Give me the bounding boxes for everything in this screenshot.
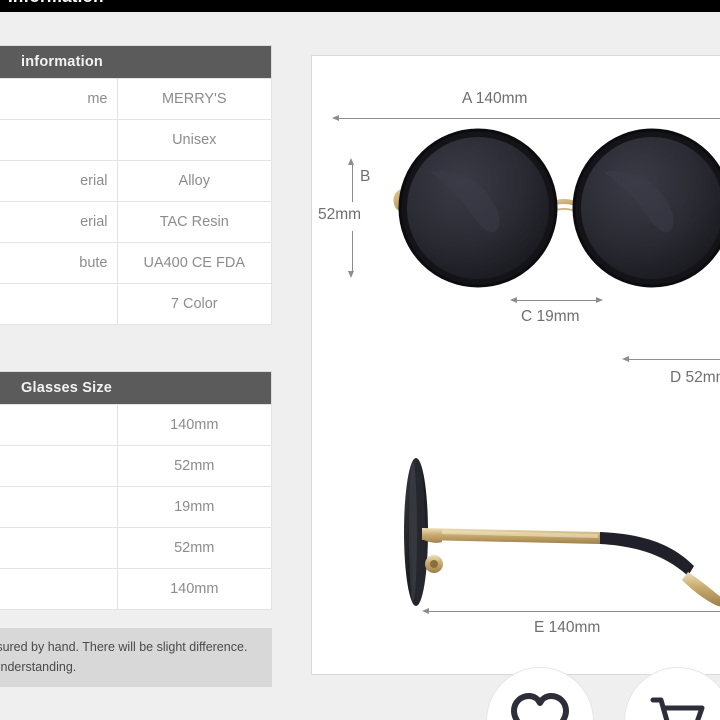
row-key — [0, 445, 118, 487]
row-key — [0, 527, 118, 569]
glasses-size-table-title: Glasses Size — [0, 371, 272, 405]
table-row: 140mm — [0, 404, 272, 446]
row-value: 140mm — [116, 404, 272, 446]
row-key: bute — [0, 242, 118, 284]
table-row: 140mm — [0, 568, 272, 610]
table-row: 19mm — [0, 486, 272, 528]
heart-icon — [511, 693, 569, 720]
dimension-line-e — [428, 611, 720, 612]
information-table-header: information — [0, 45, 272, 79]
row-key — [0, 404, 118, 446]
table-row: 52mm — [0, 445, 272, 487]
row-value: MERRY'S — [116, 78, 272, 120]
row-value: TAC Resin — [116, 201, 272, 243]
dimension-arrow-b-down — [348, 271, 354, 278]
dimension-arrow-c-right — [596, 296, 603, 303]
dimension-label-c: C 19mm — [521, 308, 580, 325]
glasses-size-table-header: Glasses Size — [0, 371, 272, 405]
table-row: 52mm — [0, 527, 272, 569]
information-table: information me MERRY'S Unisex erial Allo… — [0, 45, 272, 325]
row-value: Unisex — [116, 119, 272, 161]
dimension-line-c — [516, 300, 596, 301]
table-row: erial TAC Resin — [0, 201, 272, 243]
dimension-arrow-a-left — [332, 114, 339, 121]
row-key: me — [0, 78, 118, 120]
row-value: Alloy — [116, 160, 272, 202]
row-value: UA400 CE FDA — [116, 242, 272, 284]
glasses-size-table: Glasses Size 140mm 52mm 19mm 52mm 140mm — [0, 371, 272, 610]
table-row: 7 Color — [0, 283, 272, 325]
row-value: 52mm — [116, 445, 272, 487]
spec-tables-column: information me MERRY'S Unisex erial Allo… — [0, 45, 272, 687]
row-key — [0, 568, 118, 610]
table-row: Unisex — [0, 119, 272, 161]
measurement-note: measured by hand. There will be slight d… — [0, 628, 272, 687]
sunglasses-side-view-image — [382, 446, 720, 626]
dimension-label-a: A 140mm — [462, 90, 528, 107]
product-detail-screen: Information information me MERRY'S Unise… — [0, 0, 720, 720]
row-value: 7 Color — [116, 283, 272, 325]
row-key: erial — [0, 201, 118, 243]
page-title: Information — [8, 0, 104, 7]
dimension-label-b-letter: B — [360, 168, 371, 185]
sunglasses-front-view-image — [390, 108, 720, 313]
dimension-label-e: E 140mm — [534, 619, 601, 636]
size-diagram-panel: A 140mm B 52mm C 19mm D 52m E 140mm — [311, 55, 720, 675]
cart-icon — [650, 697, 705, 720]
dimension-line-b-upper — [351, 164, 353, 202]
note-line-2: our understanding. — [0, 660, 77, 674]
row-value: 19mm — [116, 486, 272, 528]
dimension-label-d: D 52mm — [670, 369, 720, 386]
dimension-line-d — [628, 359, 720, 360]
table-row: bute UA400 CE FDA — [0, 242, 272, 284]
add-to-cart-button[interactable] — [625, 668, 720, 720]
row-key — [0, 486, 118, 528]
row-key — [0, 283, 118, 325]
dimension-line-b-lower — [351, 231, 353, 273]
row-key — [0, 119, 118, 161]
favorite-button[interactable] — [487, 668, 593, 720]
row-value: 140mm — [116, 568, 272, 610]
note-line-1: measured by hand. There will be slight d… — [0, 640, 248, 654]
table-row: erial Alloy — [0, 160, 272, 202]
dimension-label-b-value: 52mm — [318, 206, 362, 223]
information-table-title: information — [0, 45, 272, 79]
table-spacer — [0, 325, 272, 371]
row-key: erial — [0, 160, 118, 202]
table-row: me MERRY'S — [0, 78, 272, 120]
row-value: 52mm — [116, 527, 272, 569]
app-header-bar: Information — [0, 0, 720, 12]
